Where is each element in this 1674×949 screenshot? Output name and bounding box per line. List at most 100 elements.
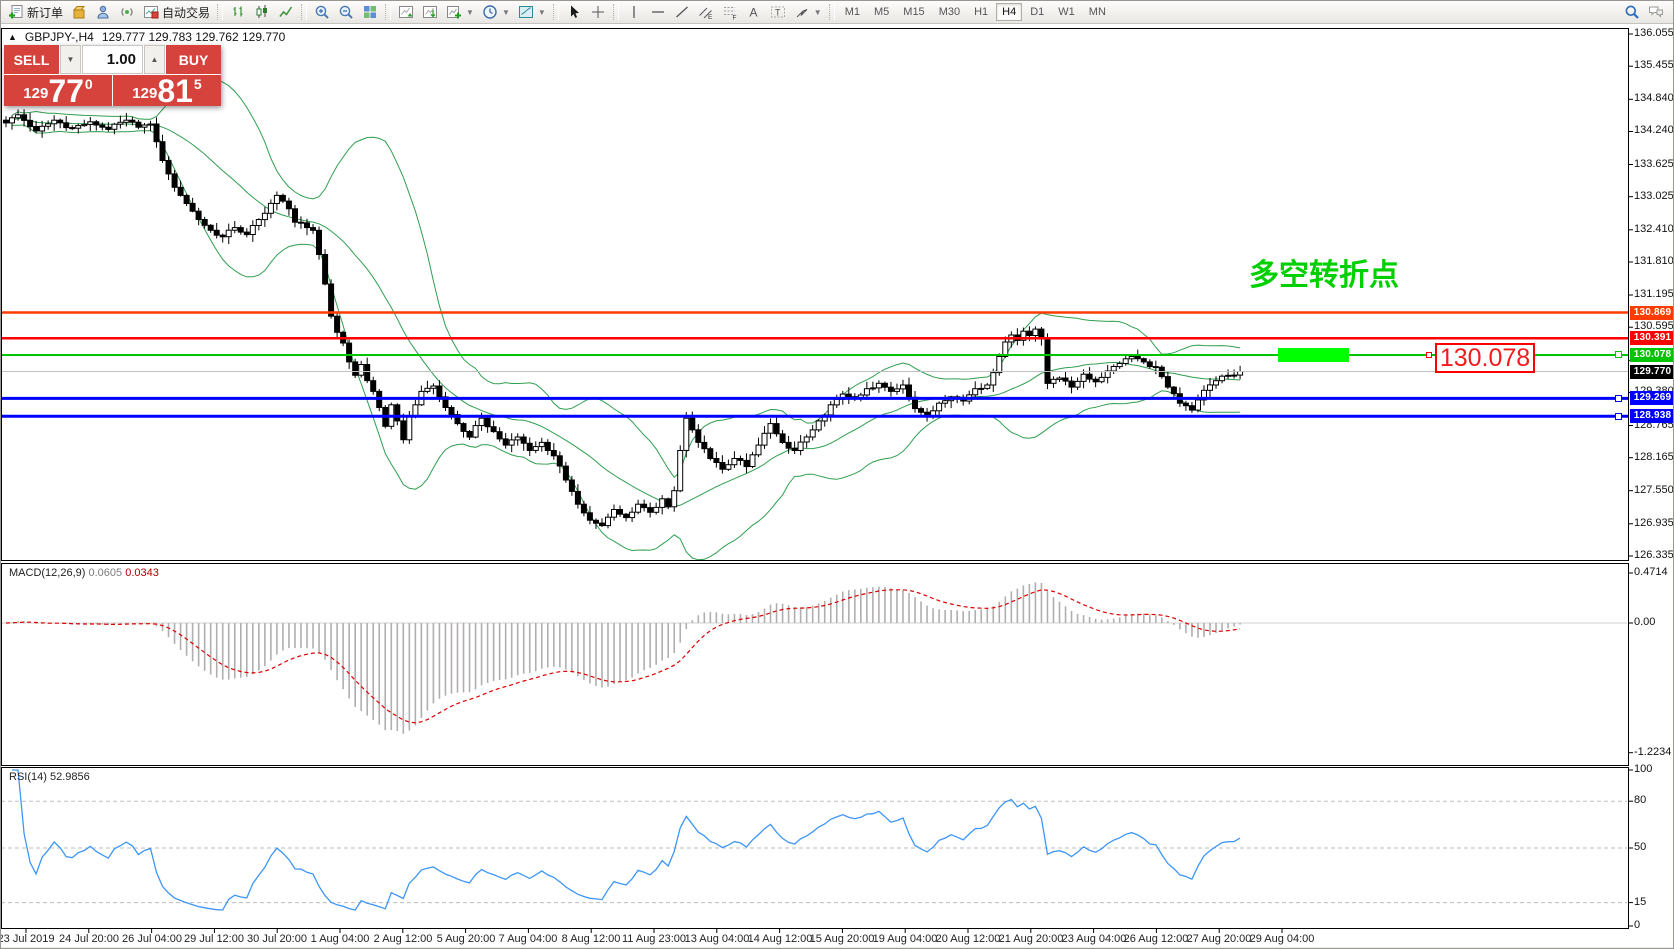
text-icon: A xyxy=(746,4,762,20)
new-chart-icon xyxy=(446,4,462,20)
buy-button[interactable]: BUY xyxy=(166,45,221,74)
bar-chart-icon xyxy=(230,4,246,20)
chart-title: ▲ GBPJPY-,H4 129.777 129.783 129.762 129… xyxy=(8,30,285,44)
signal-icon xyxy=(119,4,135,20)
candle-chart-icon xyxy=(254,4,270,20)
toolbar-button-clock[interactable]: ▼ xyxy=(478,2,514,23)
chart-symbol-period: GBPJPY-,H4 xyxy=(25,30,94,44)
toolbar-button-bar-chart[interactable] xyxy=(226,2,250,23)
turning-point-annotation: 多空转折点 xyxy=(1249,250,1399,294)
panel-collapse-arrow[interactable]: ▲ xyxy=(8,32,17,42)
timeframe-h4[interactable]: H4 xyxy=(996,3,1022,21)
chart-shift-icon xyxy=(398,4,414,20)
toolbar-button-label: 自动交易 xyxy=(162,4,210,21)
line-drag-handle[interactable] xyxy=(1615,413,1622,420)
toolbar-button-trader[interactable] xyxy=(91,2,115,23)
toolbar-button-cursor[interactable] xyxy=(562,2,586,23)
toolbar-separator xyxy=(217,4,223,20)
sell-price-big: 77 xyxy=(48,77,84,105)
macd-value: 0.0605 xyxy=(88,567,122,579)
toolbar-button-channel[interactable]: E xyxy=(694,2,718,23)
toolbar-button-gold-package[interactable] xyxy=(67,2,91,23)
line-chart-icon xyxy=(278,4,294,20)
trader-icon xyxy=(95,4,111,20)
green-highlight-rectangle[interactable] xyxy=(1278,348,1349,362)
chevron-down-icon[interactable]: ▼ xyxy=(538,8,546,17)
gold-package-icon xyxy=(71,4,87,20)
buy-price-sup: 5 xyxy=(194,76,202,92)
toolbar-button-text[interactable]: A xyxy=(742,2,766,23)
zoom-out-icon xyxy=(338,4,354,20)
channel-icon: E xyxy=(698,4,714,20)
toolbar-button-crosshair[interactable] xyxy=(586,2,610,23)
clock-icon xyxy=(482,4,498,20)
chevron-down-icon[interactable]: ▼ xyxy=(814,8,822,17)
timeframe-h1[interactable]: H1 xyxy=(968,3,994,21)
shapes-icon xyxy=(794,4,810,20)
template-icon xyxy=(518,4,534,20)
macd-signal-value: 0.0343 xyxy=(125,567,159,579)
timeframe-d1[interactable]: D1 xyxy=(1024,3,1050,21)
tile-windows-icon xyxy=(362,4,378,20)
volume-input[interactable]: 1.00 xyxy=(82,45,143,74)
toolbar-button-candle-chart[interactable] xyxy=(250,2,274,23)
chart-canvas[interactable] xyxy=(1,1,1674,949)
buy-price[interactable]: 129 81 5 xyxy=(113,75,221,106)
timeframe-m15[interactable]: M15 xyxy=(897,3,930,21)
chart-ohlc-values: 129.777 129.783 129.762 129.770 xyxy=(102,30,286,44)
toolbar-button-template[interactable]: ▼ xyxy=(514,2,550,23)
level-price-label[interactable]: 130.078 xyxy=(1435,343,1535,373)
toolbar-separator xyxy=(385,4,391,20)
toolbar-button-tile-windows[interactable] xyxy=(358,2,382,23)
chat-icon[interactable] xyxy=(1648,4,1664,20)
toolbar-button-zoom-in[interactable] xyxy=(310,2,334,23)
toolbar-button-chart-autoscroll[interactable] xyxy=(418,2,442,23)
label-icon: T xyxy=(770,4,786,20)
cursor-icon xyxy=(566,4,582,20)
toolbar-button-hline[interactable] xyxy=(646,2,670,23)
toolbar-button-zoom-out[interactable] xyxy=(334,2,358,23)
timeframe-m5[interactable]: M5 xyxy=(868,3,895,21)
toolbar-button-autotrade[interactable]: 自动交易 xyxy=(139,2,214,23)
toolbar-button-new-order[interactable]: 新订单 xyxy=(4,2,67,23)
sell-button[interactable]: SELL xyxy=(4,45,59,74)
autotrade-icon xyxy=(143,4,159,20)
chevron-down-icon: ▼ xyxy=(67,55,75,64)
toolbar-button-new-chart[interactable]: ▼ xyxy=(442,2,478,23)
sell-price-prefix: 129 xyxy=(23,85,48,106)
toolbar-button-signal[interactable] xyxy=(115,2,139,23)
search-icon[interactable] xyxy=(1624,4,1640,20)
toolbar-button-chart-shift[interactable] xyxy=(394,2,418,23)
sell-price-sup: 0 xyxy=(85,76,93,92)
toolbar-button-label[interactable]: T xyxy=(766,2,790,23)
volume-decrease-button[interactable]: ▼ xyxy=(60,45,81,74)
timeframe-m30[interactable]: M30 xyxy=(933,3,966,21)
line-drag-handle[interactable] xyxy=(1615,395,1622,402)
trendline-icon xyxy=(674,4,690,20)
sell-price[interactable]: 129 77 0 xyxy=(4,75,112,106)
toolbar-button-vline[interactable] xyxy=(622,2,646,23)
chevron-down-icon[interactable]: ▼ xyxy=(466,8,474,17)
crosshair-icon xyxy=(590,4,606,20)
level-box-handle[interactable] xyxy=(1426,352,1432,358)
volume-increase-button[interactable]: ▲ xyxy=(144,45,165,74)
zoom-in-icon xyxy=(314,4,330,20)
toolbar-separator xyxy=(613,4,619,20)
toolbar-button-line-chart[interactable] xyxy=(274,2,298,23)
fibo-icon: F xyxy=(722,4,738,20)
svg-text:T: T xyxy=(775,8,781,18)
one-click-trading-panel: SELL ▼ 1.00 ▲ BUY 129 77 0 129 81 5 xyxy=(4,45,221,106)
timeframe-mn[interactable]: MN xyxy=(1083,3,1112,21)
svg-text:F: F xyxy=(732,15,736,21)
rsi-value: 52.9856 xyxy=(50,771,90,783)
line-drag-handle[interactable] xyxy=(1615,351,1622,358)
timeframe-w1[interactable]: W1 xyxy=(1052,3,1081,21)
toolbar-button-label: 新订单 xyxy=(27,4,63,21)
chevron-down-icon[interactable]: ▼ xyxy=(502,8,510,17)
toolbar-button-shapes[interactable]: ▼ xyxy=(790,2,826,23)
vline-icon xyxy=(626,4,642,20)
svg-text:E: E xyxy=(708,14,713,20)
toolbar-button-trendline[interactable] xyxy=(670,2,694,23)
toolbar-button-fibo[interactable]: F xyxy=(718,2,742,23)
timeframe-m1[interactable]: M1 xyxy=(839,3,866,21)
